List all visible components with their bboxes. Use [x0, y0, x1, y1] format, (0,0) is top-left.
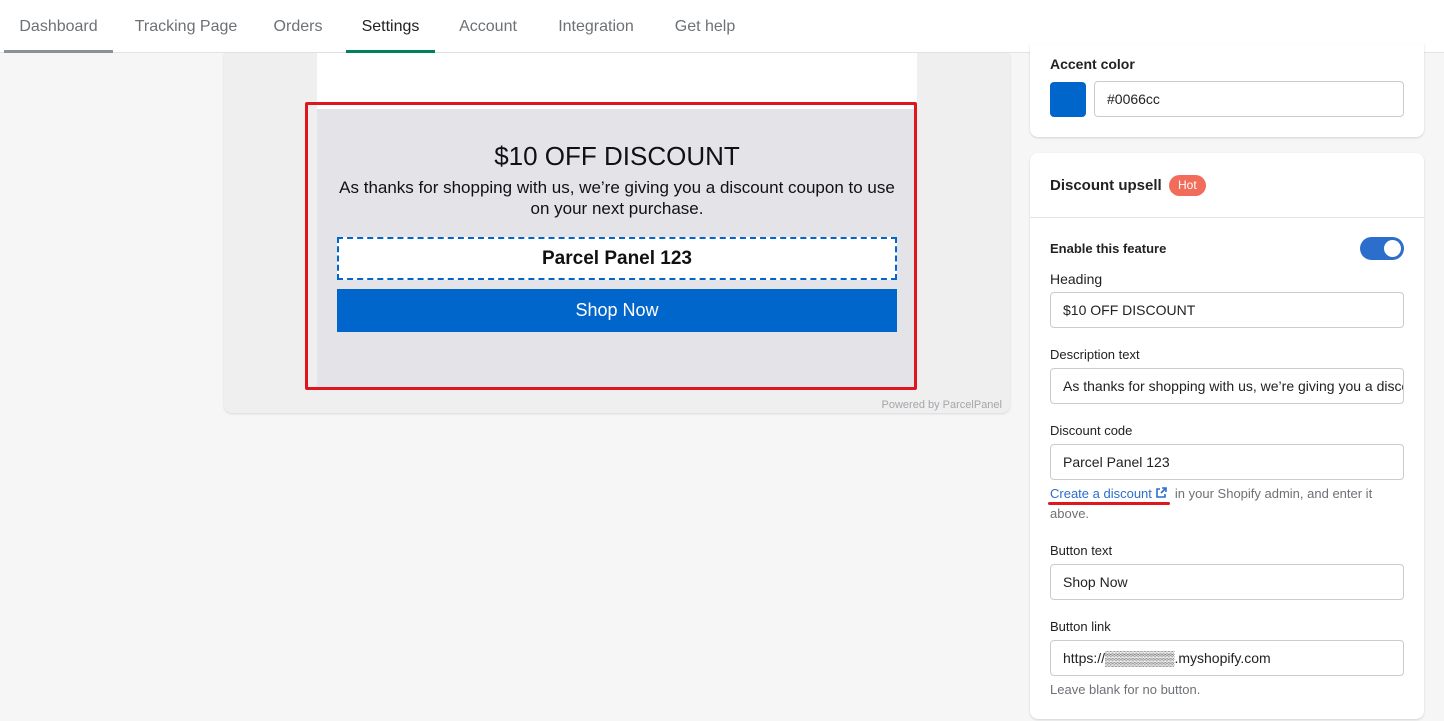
- tab-label: Get help: [674, 18, 736, 35]
- accent-color-label: Accent color: [1050, 56, 1135, 72]
- button-text-label: Button text: [1050, 543, 1113, 558]
- tab-integration[interactable]: Integration: [543, 0, 649, 53]
- accent-color-panel: Accent color #0066cc: [1030, 44, 1424, 137]
- button-text-input[interactable]: Shop Now: [1050, 564, 1404, 600]
- powered-by-label: Powered by ParcelPanel: [881, 399, 1002, 411]
- external-link-icon[interactable]: [1155, 487, 1167, 499]
- heading-input[interactable]: $10 OFF DISCOUNT: [1050, 292, 1404, 328]
- hot-badge: Hot: [1169, 175, 1206, 196]
- heading-label: Heading: [1050, 271, 1103, 287]
- discount-code-label: Discount code: [1050, 423, 1133, 438]
- discount-upsell-title: Discount upsell: [1050, 177, 1162, 194]
- preview-description: As thanks for shopping with us, we’re gi…: [339, 178, 895, 218]
- tab-dashboard[interactable]: Dashboard: [4, 0, 113, 53]
- tab-label: Integration: [558, 18, 634, 35]
- tab-label: Dashboard: [19, 18, 98, 35]
- tab-label: Orders: [273, 18, 323, 35]
- tab-label: Account: [459, 18, 517, 35]
- tab-underline: [4, 50, 113, 53]
- button-link-help: Leave blank for no button.: [1050, 682, 1201, 697]
- preview-heading: $10 OFF DISCOUNT: [494, 141, 740, 171]
- toggle-knob: [1384, 240, 1401, 257]
- tab-label: Settings: [361, 18, 420, 35]
- button-link-input[interactable]: https://▒▒▒▒▒▒▒.myshopify.com: [1050, 640, 1404, 676]
- panel-divider: [1030, 217, 1424, 218]
- discount-upsell-preview: $10 OFF DISCOUNT As thanks for shopping …: [317, 109, 917, 387]
- enable-feature-label: Enable this feature: [1050, 241, 1167, 256]
- tab-settings[interactable]: Settings: [346, 0, 435, 53]
- preview-shop-now-button[interactable]: Shop Now: [337, 289, 897, 332]
- accent-color-swatch[interactable]: [1050, 82, 1086, 117]
- accent-color-input[interactable]: #0066cc: [1094, 81, 1404, 117]
- button-link-label: Button link: [1050, 619, 1111, 634]
- preview-discount-code: Parcel Panel 123: [337, 237, 897, 280]
- create-discount-link[interactable]: Create a discount: [1050, 486, 1152, 501]
- preview-card: $10 OFF DISCOUNT As thanks for shopping …: [224, 53, 1010, 413]
- enable-feature-toggle[interactable]: [1360, 237, 1404, 260]
- red-underline-annotation: [1048, 502, 1170, 505]
- description-label: Description text: [1050, 347, 1140, 362]
- discount-upsell-panel: Discount upsell Hot Enable this feature …: [1030, 153, 1424, 719]
- tab-get-help[interactable]: Get help: [662, 0, 748, 53]
- tab-account[interactable]: Account: [446, 0, 530, 53]
- discount-code-input[interactable]: Parcel Panel 123: [1050, 444, 1404, 480]
- tab-label: Tracking Page: [134, 18, 238, 35]
- description-input[interactable]: As thanks for shopping with us, we’re gi…: [1050, 368, 1404, 404]
- preview-top-area: [317, 53, 917, 109]
- tab-tracking-page[interactable]: Tracking Page: [122, 0, 250, 53]
- tab-orders[interactable]: Orders: [262, 0, 334, 53]
